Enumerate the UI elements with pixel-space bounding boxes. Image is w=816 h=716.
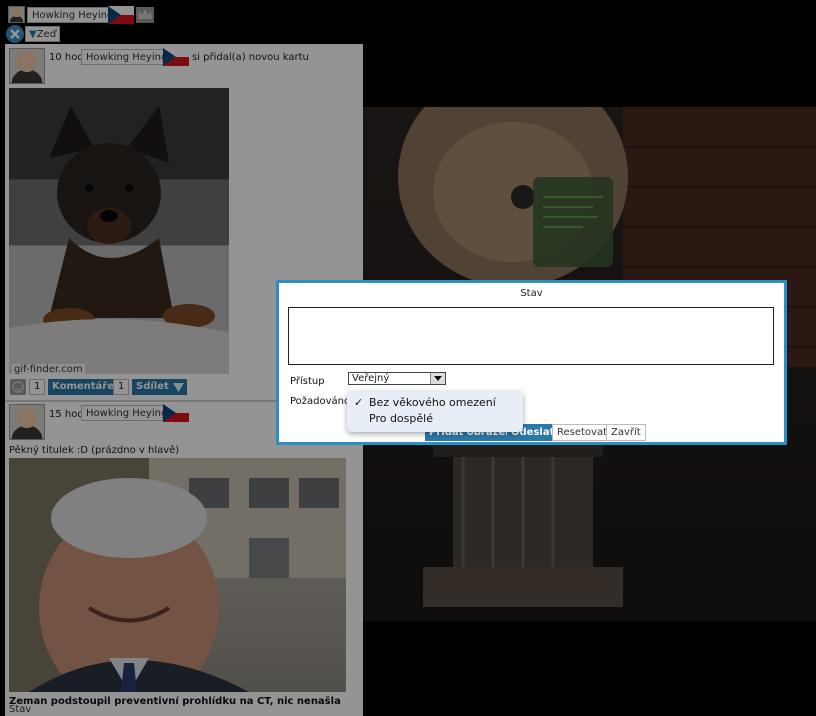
- chevron-down-icon: [430, 373, 445, 384]
- required-label: Požadováno: [290, 396, 351, 407]
- access-select-value: Veřejný: [352, 373, 390, 384]
- required-dropdown-menu: ✓ Bez věkového omezení Pro dospělé: [347, 391, 523, 432]
- dropdown-option-adults[interactable]: Pro dospělé: [347, 411, 523, 427]
- status-textarea[interactable]: [288, 307, 774, 365]
- reset-button[interactable]: Resetovat: [552, 424, 613, 441]
- checkmark-icon: ✓: [354, 396, 364, 409]
- dropdown-option-no-age-limit[interactable]: ✓ Bez věkového omezení: [347, 395, 523, 411]
- access-select[interactable]: Veřejný: [348, 372, 446, 385]
- close-button[interactable]: Zavřít: [606, 424, 646, 441]
- access-label: Přístup: [290, 376, 325, 387]
- dialog-title: Stav: [520, 288, 543, 299]
